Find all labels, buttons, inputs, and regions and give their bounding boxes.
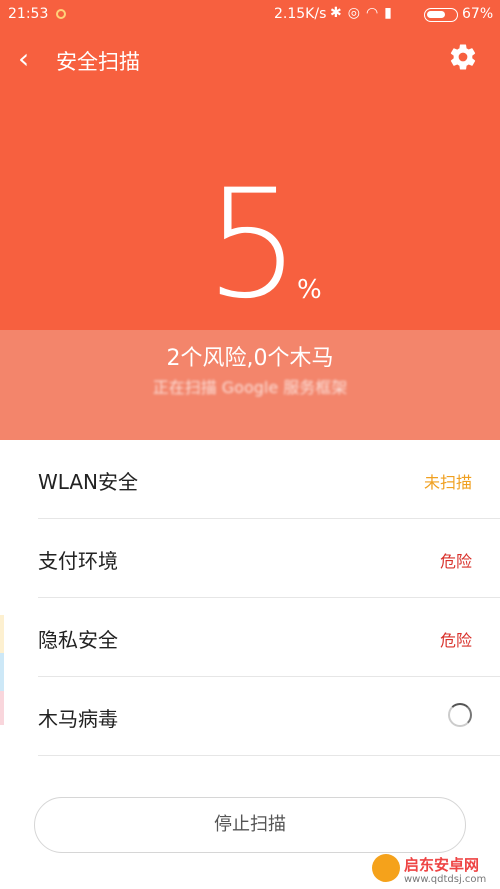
watermark-title: 启东安卓网 <box>404 856 480 874</box>
bluetooth-icon: ✱ <box>330 5 348 21</box>
scan-item-status: 危险 <box>439 552 472 571</box>
scan-item-privacy[interactable]: 隐私安全 危险 <box>0 598 500 677</box>
progress-unit: % <box>297 275 322 305</box>
status-bar: 21:53 2.15K/s ✱◎◠▮ 67% <box>0 0 500 30</box>
back-icon[interactable]: ‹ <box>18 44 42 74</box>
scan-item-label: WLAN安全 <box>38 470 139 494</box>
scan-current-item: 正在扫描 Google 服务框架 <box>152 378 348 397</box>
gear-icon[interactable] <box>448 42 478 72</box>
divider <box>38 755 500 756</box>
battery-icon <box>424 8 458 22</box>
progress-value: 5 <box>205 158 301 332</box>
scan-item-label: 支付环境 <box>38 549 118 573</box>
battery-level <box>427 11 445 18</box>
scan-item-trojan[interactable]: 木马病毒 <box>0 677 500 756</box>
side-tab-yellow <box>0 615 4 653</box>
watermark-url: www.qdtdsj.com <box>404 874 487 885</box>
scan-item-label: 隐私安全 <box>38 628 118 652</box>
watermark-logo-icon <box>372 854 400 882</box>
watermark: 启东安卓网 www.qdtdsj.com <box>372 852 500 889</box>
network-speed: 2.15K/s <box>274 6 327 22</box>
side-tab-blue <box>0 653 4 691</box>
scan-summary: 2个风险,0个木马 <box>166 346 334 371</box>
scan-item-list: WLAN安全 未扫描 支付环境 危险 隐私安全 危险 木马病毒 <box>0 440 500 756</box>
spinner-icon <box>448 703 472 727</box>
battery-percent: 67% <box>462 6 494 22</box>
status-time: 21:53 <box>8 6 49 22</box>
scan-item-status: 未扫描 <box>423 473 472 492</box>
mute-icon: ◎ <box>347 5 366 21</box>
wifi-icon: ◠ <box>365 5 385 21</box>
scan-item-wlan[interactable]: WLAN安全 未扫描 <box>0 440 500 519</box>
notification-icon <box>56 9 66 19</box>
page-title: 安全扫描 <box>56 50 140 74</box>
scan-item-label: 木马病毒 <box>38 707 118 731</box>
scan-item-payment[interactable]: 支付环境 危险 <box>0 519 500 598</box>
top-bar: ‹ 安全扫描 <box>0 32 500 88</box>
stop-scan-button[interactable]: 停止扫描 <box>34 797 466 853</box>
side-tab-pink <box>0 691 4 725</box>
scan-item-status: 危险 <box>439 631 472 650</box>
system-icons: ✱◎◠▮ <box>330 5 398 21</box>
signal-icon: ▮ <box>384 5 398 21</box>
